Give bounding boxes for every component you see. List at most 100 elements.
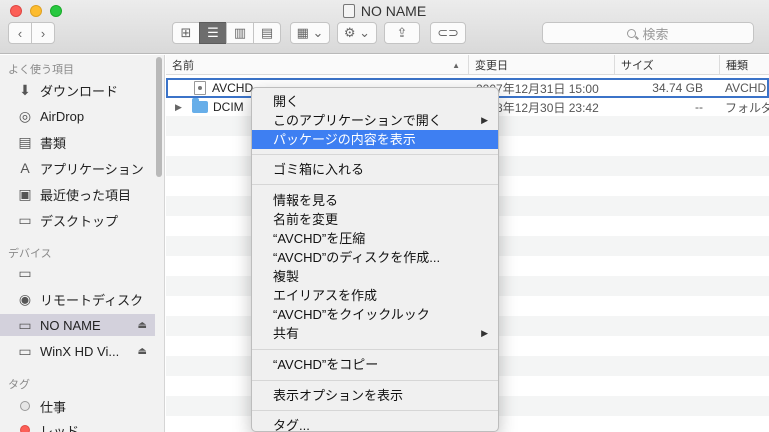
menu-item-burn-to-disc[interactable]: “AVCHD”のディスクを作成...: [252, 248, 498, 267]
menu-item-move-to-trash[interactable]: ゴミ箱に入れる: [252, 160, 498, 179]
submenu-arrow-icon: ▶: [481, 328, 488, 338]
sidebar-item-desktop[interactable]: ▭ デスクトップ: [0, 209, 155, 231]
menu-item-tags[interactable]: タグ...: [252, 416, 498, 432]
sidebar-item-label: NO NAME: [40, 317, 101, 333]
menu-item-quick-look[interactable]: “AVCHD”をクイックルック: [252, 305, 498, 324]
back-button[interactable]: ‹: [8, 22, 32, 44]
sidebar-item-no-name[interactable]: ▭ NO NAME ⏏: [0, 314, 155, 336]
column-header-kind[interactable]: 種類: [719, 55, 769, 75]
drive-icon: ▭: [18, 316, 32, 333]
search-field[interactable]: 検索: [542, 22, 754, 44]
menu-item-show-package-contents[interactable]: パッケージの内容を表示: [252, 130, 498, 149]
cover-flow-view-button[interactable]: ▤: [253, 22, 281, 44]
column-header-label: 種類: [726, 60, 748, 72]
menu-separator: [252, 380, 498, 381]
column-header-modified[interactable]: 変更日: [468, 55, 614, 75]
menu-item-open[interactable]: 開く: [252, 92, 498, 111]
recents-icon: ▣: [18, 185, 32, 202]
sidebar-item-downloads[interactable]: ⬇ ダウンロード: [0, 79, 155, 101]
document-icon: ▤: [18, 133, 32, 150]
file-size: --: [695, 100, 703, 114]
sidebar-scrollbar[interactable]: [156, 57, 162, 177]
tag-dot-icon: [16, 397, 34, 415]
remote-disc-icon: ◉: [18, 290, 32, 307]
menu-separator: [252, 184, 498, 185]
window-title: NO NAME: [0, 3, 769, 19]
folder-icon: [192, 98, 208, 113]
drive-icon: [342, 4, 355, 18]
list-header: 名前 ▲ 変更日 サイズ 種類: [166, 55, 769, 75]
computer-icon: ▭: [18, 264, 32, 281]
drive-icon: ▭: [18, 342, 32, 359]
eject-icon[interactable]: ⏏: [138, 320, 147, 331]
menu-item-copy[interactable]: “AVCHD”をコピー: [252, 355, 498, 374]
file-kind: AVCHD: [725, 81, 767, 95]
file-kind: フォルダ: [725, 100, 769, 115]
sidebar-item-tag-red[interactable]: レッド: [0, 419, 155, 432]
disclosure-triangle-icon[interactable]: ▶: [175, 102, 182, 113]
window-toolbar: NO NAME ‹ › ⊞ ☰ ▥ ▤ ▦ ⌄ ⚙ ⌄ ⇪ ⊂⊃ 検索: [0, 0, 769, 54]
action-gear-button[interactable]: ⚙ ⌄: [337, 22, 377, 44]
menu-item-compress[interactable]: “AVCHD”を圧縮: [252, 229, 498, 248]
menu-item-show-view-options[interactable]: 表示オプションを表示: [252, 386, 498, 405]
sidebar-item-label: レッド: [40, 423, 80, 432]
sidebar-item-label: デスクトップ: [40, 213, 119, 229]
menu-item-label: このアプリケーションで開く: [273, 113, 442, 128]
sidebar-item-remote-disc[interactable]: ◉ リモートディスク: [0, 288, 155, 310]
forward-button[interactable]: ›: [31, 22, 55, 44]
sidebar-devices-title: デバイス: [8, 248, 52, 260]
sidebar-item-label: リモートディスク: [40, 292, 144, 308]
sidebar-item-airdrop[interactable]: ◎ AirDrop: [0, 105, 155, 127]
applications-icon: A: [20, 160, 30, 176]
menu-item-make-alias[interactable]: エイリアスを作成: [252, 286, 498, 305]
eject-icon[interactable]: ⏏: [138, 346, 147, 357]
search-placeholder: 検索: [642, 26, 669, 42]
list-view-button[interactable]: ☰: [199, 22, 227, 44]
menu-item-open-with[interactable]: このアプリケーションで開く ▶: [252, 111, 498, 130]
arrange-button[interactable]: ▦ ⌄: [290, 22, 330, 44]
file-name: DCIM: [213, 100, 244, 114]
download-icon: ⬇: [19, 81, 31, 98]
sort-ascending-icon: ▲: [452, 60, 460, 70]
tag-button[interactable]: ⊂⊃: [430, 22, 466, 44]
sidebar-item-documents[interactable]: ▤ 書類: [0, 131, 155, 153]
file-size: 34.74 GB: [652, 81, 703, 95]
sidebar-item-recents[interactable]: ▣ 最近使った項目: [0, 183, 155, 205]
share-button[interactable]: ⇪: [384, 22, 420, 44]
column-header-name[interactable]: 名前 ▲: [166, 55, 468, 75]
package-icon: [194, 81, 206, 95]
sidebar-item-label: WinX HD Vi...: [40, 343, 120, 359]
airdrop-icon: ◎: [18, 107, 32, 124]
file-name: AVCHD: [212, 81, 254, 95]
desktop-icon: ▭: [18, 211, 32, 228]
submenu-arrow-icon: ▶: [481, 115, 488, 125]
sidebar-item-computer[interactable]: ▭: [0, 262, 155, 284]
menu-separator: [252, 349, 498, 350]
sidebar-item-label: AirDrop: [40, 108, 85, 124]
column-header-label: 名前: [172, 60, 194, 72]
menu-separator: [252, 410, 498, 411]
sidebar-item-winx[interactable]: ▭ WinX HD Vi... ⏏: [0, 340, 155, 362]
icon-view-button[interactable]: ⊞: [172, 22, 200, 44]
sidebar-item-tag-work[interactable]: 仕事: [0, 395, 155, 417]
context-menu: 開く このアプリケーションで開く ▶ パッケージの内容を表示 ゴミ箱に入れる 情…: [251, 87, 499, 432]
menu-item-share[interactable]: 共有 ▶: [252, 324, 498, 343]
column-header-size[interactable]: サイズ: [614, 55, 719, 75]
sidebar-item-label: アプリケーション: [40, 161, 144, 177]
sidebar: よく使う項目 ⬇ ダウンロード ◎ AirDrop ▤ 書類 A アプリケーション ▣ 最…: [0, 55, 165, 432]
window-title-text: NO NAME: [360, 3, 427, 19]
tag-dot-icon: [16, 421, 34, 432]
column-view-button[interactable]: ▥: [226, 22, 254, 44]
column-header-label: 変更日: [475, 60, 508, 72]
sidebar-item-applications[interactable]: A アプリケーション: [0, 157, 155, 179]
search-icon: [627, 28, 637, 38]
sidebar-item-label: 仕事: [40, 399, 67, 415]
menu-item-rename[interactable]: 名前を変更: [252, 210, 498, 229]
sidebar-tags-title: タグ: [8, 379, 30, 391]
sidebar-item-label: 最近使った項目: [40, 187, 132, 203]
menu-item-get-info[interactable]: 情報を見る: [252, 191, 498, 210]
menu-item-label: 共有: [273, 326, 300, 341]
sidebar-favorites-title: よく使う項目: [8, 64, 74, 76]
sidebar-item-label: ダウンロード: [40, 83, 119, 99]
menu-item-duplicate[interactable]: 複製: [252, 267, 498, 286]
